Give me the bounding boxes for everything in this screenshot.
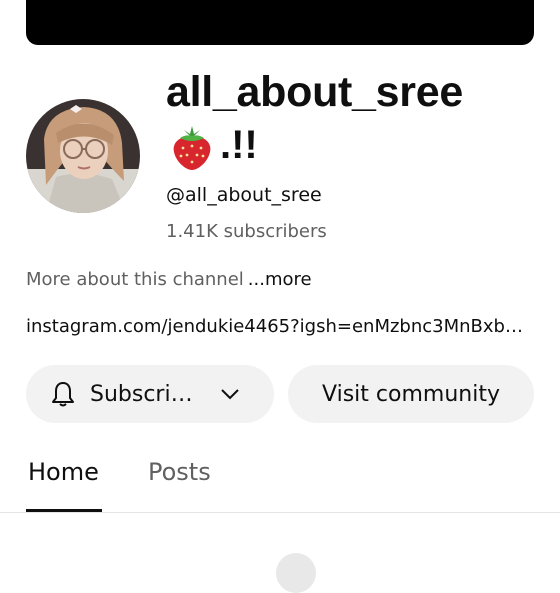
channel-name: all_about_sree <box>166 68 463 116</box>
channel-tabs: Home Posts <box>0 446 560 513</box>
visit-community-button[interactable]: Visit community <box>288 365 534 423</box>
channel-external-link[interactable]: instagram.com/jendukie4465?igsh=enMzbnc3… <box>26 316 536 337</box>
channel-name-suffix: .!! <box>220 123 258 167</box>
chevron-down-icon <box>220 389 239 400</box>
subscribe-button[interactable]: Subscri… <box>26 365 274 423</box>
tab-posts[interactable]: Posts <box>148 458 211 486</box>
bell-icon <box>52 382 74 407</box>
channel-banner <box>26 0 534 45</box>
channel-about[interactable]: More about this channel ...more <box>26 269 312 290</box>
about-more-link[interactable]: ...more <box>248 269 312 290</box>
channel-handle: @all_about_sree <box>166 184 322 206</box>
subscribe-label: Subscri… <box>90 381 193 407</box>
strawberry-emoji-icon <box>173 126 211 170</box>
about-text: More about this channel <box>26 269 244 290</box>
tab-home[interactable]: Home <box>28 458 99 486</box>
visit-community-label: Visit community <box>322 381 500 407</box>
avatar-image <box>26 99 140 213</box>
content-placeholder <box>276 553 316 593</box>
subscriber-count: 1.41K subscribers <box>166 221 327 242</box>
active-tab-indicator <box>26 509 102 512</box>
channel-avatar[interactable] <box>26 99 140 213</box>
channel-name-line2: .!! <box>168 122 258 174</box>
